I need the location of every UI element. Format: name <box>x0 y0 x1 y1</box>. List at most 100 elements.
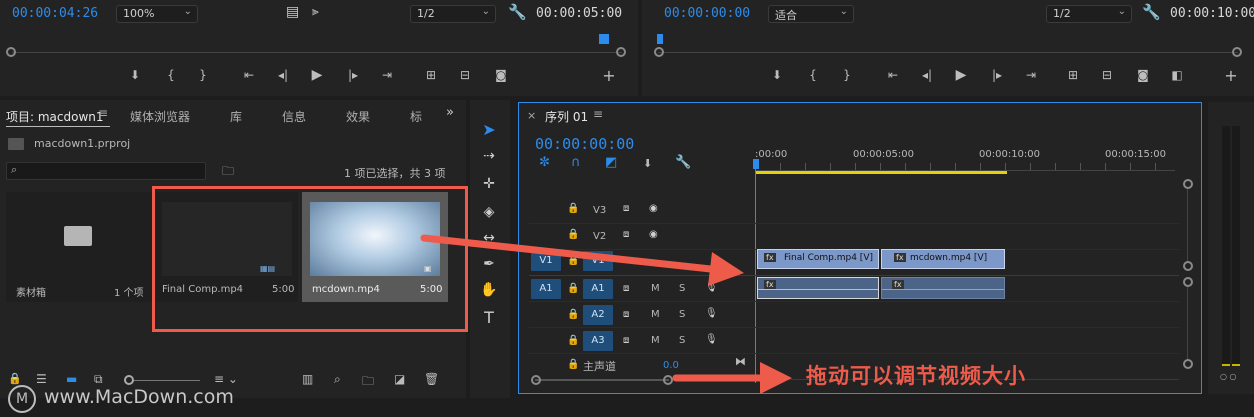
export-frame-icon[interactable]: ◙ <box>1132 68 1154 82</box>
snap-icon[interactable]: ∩ <box>571 155 581 170</box>
program-zoom-handle-left[interactable] <box>654 47 664 57</box>
program-resolution-select[interactable]: 1/2 ⌄ <box>1046 5 1132 23</box>
lock-icon[interactable]: 🔒 <box>567 335 579 346</box>
track-label-v3[interactable]: V3 <box>593 205 606 216</box>
solo-button[interactable]: S <box>679 309 685 320</box>
add-marker-icon[interactable]: ⬇ <box>766 68 788 82</box>
track-label-v2[interactable]: V2 <box>593 231 606 242</box>
track-label-a3[interactable]: A3 <box>583 331 613 351</box>
lock-icon[interactable]: 🔒 <box>567 309 579 320</box>
tab-media-browser[interactable]: 媒体浏览器 <box>130 108 190 125</box>
tab-project[interactable]: 项目: macdown1 <box>6 108 104 125</box>
eye-icon[interactable]: ◉ <box>649 203 658 214</box>
program-fit-select[interactable]: 适合 ⌄ <box>768 5 854 23</box>
lock-icon[interactable]: 🔒 <box>567 229 579 240</box>
microphone-icon[interactable]: 🎙 <box>705 282 718 293</box>
meter-solo-icon[interactable]: ○ ○ <box>1220 372 1237 381</box>
freeform-view-icon[interactable]: ⧉ <box>94 372 103 387</box>
play-icon[interactable]: ▶ <box>306 67 328 83</box>
source-patch-a1[interactable]: A1 <box>531 279 561 299</box>
panel-menu-icon[interactable]: ≡ <box>98 106 108 120</box>
track-label-a1[interactable]: A1 <box>583 279 613 299</box>
go-to-out-icon[interactable]: ⇥ <box>1020 68 1042 82</box>
tab-libraries[interactable]: 库 <box>230 108 242 125</box>
sync-lock-icon[interactable]: ⧈ <box>623 335 629 346</box>
go-to-in-icon[interactable]: ⇤ <box>882 68 904 82</box>
extract-icon[interactable]: ⊟ <box>1096 68 1118 82</box>
mark-in-icon[interactable]: { <box>160 68 182 82</box>
bin-item[interactable]: 素材箱 1 个项 <box>6 192 152 302</box>
mark-out-icon[interactable]: } <box>836 68 858 82</box>
step-back-icon[interactable]: ◂| <box>916 68 938 82</box>
time-ruler[interactable] <box>755 163 1175 171</box>
insert-icon[interactable]: ⊞ <box>420 68 442 82</box>
source-patch-v1[interactable]: V1 <box>531 251 561 271</box>
timeline-zoom-scrollbar[interactable] <box>535 379 669 381</box>
new-bin-icon[interactable]: 🗀 <box>362 372 374 393</box>
source-timecode[interactable]: 00:00:04:26 <box>12 6 98 21</box>
nest-icon[interactable]: ✼ <box>539 155 550 170</box>
sync-lock-icon[interactable]: ⧈ <box>623 203 629 214</box>
audio-scroll-handle-bottom[interactable] <box>1183 359 1193 369</box>
add-marker-icon[interactable]: ⬇ <box>643 157 652 170</box>
program-playhead-marker[interactable] <box>657 34 663 44</box>
source-zoom-handle-left[interactable] <box>6 47 16 57</box>
tab-effects[interactable]: 效果 <box>346 108 370 125</box>
sync-lock-icon[interactable]: ⧈ <box>623 309 629 320</box>
program-timecode[interactable]: 00:00:00:00 <box>664 6 750 21</box>
solo-button[interactable]: S <box>679 283 685 294</box>
microphone-icon[interactable]: 🎙 <box>705 308 718 319</box>
panel-menu-icon[interactable]: ≡ <box>593 107 603 121</box>
track-label-a2[interactable]: A2 <box>583 305 613 325</box>
lock-icon[interactable]: 🔒 <box>567 359 579 370</box>
trash-icon[interactable]: 🗑 <box>424 372 439 386</box>
thumbnail-size-slider[interactable] <box>124 380 200 381</box>
mute-button[interactable]: M <box>651 335 660 346</box>
audio-waveform-icon[interactable]: ⫸ <box>312 4 319 19</box>
program-zoom-handle-right[interactable] <box>1232 47 1242 57</box>
film-icon[interactable]: ▤ <box>286 4 299 20</box>
work-area-bar[interactable] <box>755 171 1007 174</box>
tab-markers[interactable]: 标 <box>410 108 422 125</box>
microphone-icon[interactable]: 🎙 <box>705 334 718 345</box>
sequence-title[interactable]: 序列 01 <box>545 108 588 125</box>
master-volume-value[interactable]: 0.0 <box>663 360 679 371</box>
timeline-zoom-handle-left[interactable] <box>531 375 541 385</box>
mute-button[interactable]: M <box>651 309 660 320</box>
thumbnail-size-handle[interactable] <box>124 375 134 385</box>
lock-icon[interactable]: 🔒 <box>567 255 579 266</box>
ripple-edit-tool-icon[interactable]: ✛ <box>480 176 498 192</box>
video-clip-mcdown[interactable]: fx mcdown.mp4 [V] <box>881 249 1005 269</box>
timeline-settings-icon[interactable]: 🔧 <box>675 155 691 170</box>
sync-lock-icon[interactable]: ⧈ <box>623 283 629 294</box>
step-back-icon[interactable]: ◂| <box>272 68 294 82</box>
selection-tool-icon[interactable]: ➤ <box>480 120 498 139</box>
sync-lock-icon[interactable]: ⧈ <box>623 255 629 266</box>
sort-icon[interactable]: ≡ ⌄ <box>214 372 238 386</box>
source-scrubber[interactable] <box>12 52 622 53</box>
audio-scroll-handle-top[interactable] <box>1183 277 1193 287</box>
video-scroll-handle-top[interactable] <box>1183 179 1193 189</box>
hand-tool-icon[interactable]: ✋ <box>480 282 498 298</box>
linked-selection-icon[interactable]: ◩ <box>605 155 617 170</box>
lock-icon[interactable]: 🔒 <box>8 372 22 385</box>
video-scroll-track[interactable] <box>1187 189 1188 261</box>
slip-tool-icon[interactable]: ↔ <box>480 230 498 246</box>
mark-out-icon[interactable]: } <box>192 68 214 82</box>
mark-in-icon[interactable]: { <box>802 68 824 82</box>
list-view-icon[interactable]: ☰ <box>36 372 47 386</box>
timeline-zoom-handle-right[interactable] <box>663 375 673 385</box>
play-icon[interactable]: ▶ <box>950 67 972 83</box>
sequence-timecode[interactable]: 00:00:00:00 <box>535 135 634 153</box>
video-clip-final-comp[interactable]: fx Final Comp.mp4 [V] <box>757 249 879 269</box>
volume-line[interactable] <box>758 289 878 290</box>
go-to-out-icon[interactable]: ⇥ <box>376 68 398 82</box>
compare-view-icon[interactable]: ◧ <box>1166 68 1188 82</box>
solo-button[interactable]: S <box>679 335 685 346</box>
video-scroll-handle-bottom[interactable] <box>1183 261 1193 271</box>
program-scrubber[interactable] <box>658 52 1238 53</box>
eye-icon[interactable]: ◉ <box>649 229 658 240</box>
add-button-icon[interactable]: + <box>1220 66 1242 85</box>
razor-tool-icon[interactable]: ◈ <box>480 204 498 220</box>
volume-line[interactable] <box>882 289 1004 290</box>
